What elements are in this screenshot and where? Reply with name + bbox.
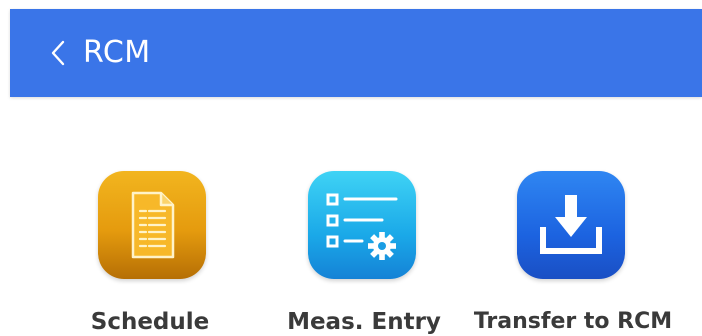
- page: RCM Schedule Meas. Entry Transfer to RCM: [0, 0, 702, 336]
- schedule-icon-box: [98, 171, 206, 279]
- chevron-left-icon: [51, 40, 65, 66]
- download-tray-icon: [540, 195, 602, 254]
- page-title: RCM: [83, 35, 151, 70]
- app-bar: RCM: [10, 9, 702, 97]
- meas-entry-label: Meas. Entry: [287, 309, 441, 335]
- meas-entry-icon-box: [308, 171, 416, 279]
- schedule-label: Schedule: [90, 309, 210, 335]
- transfer-to-rcm-tile[interactable]: Transfer to RCM: [463, 171, 683, 336]
- back-button[interactable]: [46, 37, 70, 69]
- meas-entry-tile[interactable]: Meas. Entry: [254, 171, 474, 336]
- schedule-tile[interactable]: Schedule: [40, 171, 260, 336]
- document-icon: [131, 191, 175, 259]
- transfer-icon-box: [517, 171, 625, 279]
- list-settings-icon: [326, 193, 398, 260]
- transfer-to-rcm-label: Transfer to RCM: [473, 309, 673, 334]
